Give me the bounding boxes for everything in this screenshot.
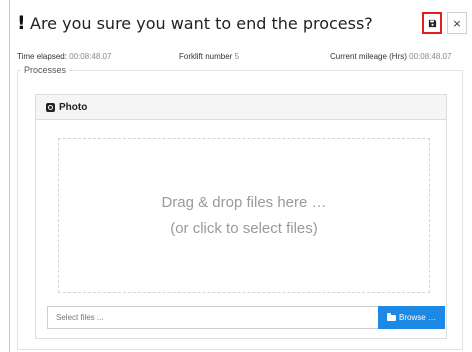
file-caption-input[interactable]: Select files ... [47,306,378,329]
left-edge-divider [9,0,10,352]
current-mileage-info: Current mileage (Hrs) 00:08:48.07 [330,53,451,61]
time-elapsed-label: Time elapsed: [17,52,67,61]
close-button[interactable]: × [447,12,467,34]
processes-legend: Processes [21,65,70,75]
file-dropzone[interactable]: Drag & drop files here … (or click to se… [58,138,430,293]
time-elapsed-info: Time elapsed: 00:08:48.07 [17,53,111,61]
camera-icon [46,102,55,112]
photo-upload-panel: Photo Drag & drop files here … (or click… [35,94,447,339]
close-icon: × [452,16,462,30]
current-mileage-label: Current mileage (Hrs) [330,52,407,61]
end-process-dialog: ! Are you sure you want to end the proce… [17,0,472,352]
browse-button-label: Browse … [399,313,436,322]
folder-open-icon [387,312,397,321]
exclamation-icon: ! [17,12,26,34]
time-elapsed-value: 00:08:48.07 [69,52,112,61]
file-input-group: Select files ... Browse … [47,306,445,329]
floppy-disk-icon [428,19,436,27]
forklift-number-info: Forklift number 5 [179,53,239,61]
photo-panel-title: Photo [59,101,88,113]
current-mileage-value: 00:08:48.07 [409,52,452,61]
forklift-number-label: Forklift number [179,52,233,61]
photo-panel-header: Photo [36,95,446,120]
dropzone-hint: (or click to select files) [170,220,318,237]
forklift-number-value: 5 [234,52,240,61]
dropzone-instruction: Drag & drop files here … [161,194,327,211]
save-button[interactable] [422,12,442,34]
dialog-header: ! Are you sure you want to end the proce… [17,14,373,33]
browse-button[interactable]: Browse … [378,306,445,329]
dialog-title: Are you sure you want to end the process… [30,13,373,33]
